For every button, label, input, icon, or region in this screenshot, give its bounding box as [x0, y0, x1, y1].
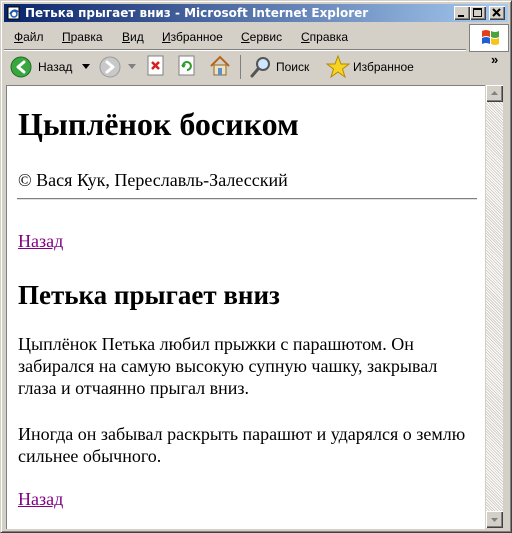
menu-view[interactable]: Вид [122, 30, 144, 44]
vertical-scrollbar[interactable] [486, 85, 503, 528]
home-icon[interactable] [208, 54, 232, 78]
scroll-down-button[interactable] [486, 511, 503, 528]
scroll-up-arrow-icon [491, 91, 498, 95]
menu-favorites[interactable]: Избранное [162, 30, 223, 44]
menu-file-accel: Ф [14, 30, 24, 44]
forward-dropdown-icon[interactable] [128, 64, 136, 70]
windows-flag-icon [482, 30, 499, 45]
stop-icon[interactable] [146, 55, 166, 77]
menu-file[interactable]: Файл [14, 30, 44, 44]
menu-favorites-accel: И [162, 30, 171, 44]
close-icon [492, 8, 501, 17]
menu-favorites-label: збранное [170, 30, 223, 44]
maximize-button[interactable] [470, 6, 486, 20]
forward-arrow-icon[interactable] [99, 56, 121, 78]
story-paragraph-2: Иногда он забывал раскрыть парашют и уда… [18, 424, 466, 466]
back-link-top[interactable]: Назад [18, 231, 63, 252]
window-title: Петька прыгает вниз - Microsoft Internet… [25, 6, 369, 20]
scroll-down-arrow-icon [491, 518, 498, 522]
menu-help[interactable]: Справка [301, 30, 348, 44]
page-content: Цыплёнок босиком © Вася Кук, Переславль-… [6, 85, 485, 529]
horizontal-rule [17, 198, 477, 200]
scroll-up-button[interactable] [486, 85, 503, 102]
toolbar-separator-highlight [4, 50, 466, 51]
toolbar-overflow-chevron[interactable]: » [491, 52, 498, 67]
menu-edit-accel: П [62, 30, 71, 44]
close-button[interactable] [489, 6, 505, 20]
menu-view-label: ид [130, 30, 144, 44]
menu-view-accel: В [122, 30, 131, 44]
windows-logo-box [469, 24, 509, 52]
menu-tools-label: ервис [249, 30, 283, 44]
toolbar-divider [240, 55, 241, 79]
search-button-label[interactable]: Поиск [276, 60, 309, 74]
menu-bar: Файл Правка Вид Избранное Сервис Справка [4, 26, 508, 48]
menu-file-label: айл [23, 30, 44, 44]
maximize-icon [473, 8, 482, 17]
copyright-line: © Вася Кук, Переславль-Залесский [18, 170, 288, 190]
standard-toolbar: Назад Поиск Избранное » [4, 52, 508, 82]
menu-edit-label: равка [70, 30, 103, 44]
ie-page-icon [7, 6, 20, 20]
site-title: Цыплёнок босиком [18, 106, 299, 142]
back-arrow-icon[interactable] [10, 56, 32, 78]
favorites-button-label[interactable]: Избранное [353, 60, 414, 74]
menu-edit[interactable]: Правка [62, 30, 103, 44]
back-button-label[interactable]: Назад [38, 60, 72, 74]
menu-tools[interactable]: Сервис [241, 30, 282, 44]
title-bar[interactable]: Петька прыгает вниз - Microsoft Internet… [4, 4, 508, 22]
story-paragraph-1: Цыплёнок Петька любил прыжки с парашютом… [18, 334, 438, 398]
back-dropdown-icon[interactable] [82, 64, 90, 70]
minimize-icon [458, 15, 464, 17]
minimize-button[interactable] [454, 6, 470, 20]
refresh-icon[interactable] [177, 55, 197, 77]
menu-tools-accel: С [241, 30, 250, 44]
browser-window: Петька прыгает вниз - Microsoft Internet… [0, 0, 512, 533]
back-link-bottom[interactable]: Назад [18, 489, 63, 510]
search-icon[interactable] [249, 55, 273, 79]
menu-help-accel: С [301, 30, 310, 44]
story-heading: Петька прыгает вниз [18, 280, 280, 310]
menu-help-label: правка [309, 30, 349, 44]
favorites-star-icon[interactable] [326, 55, 350, 79]
